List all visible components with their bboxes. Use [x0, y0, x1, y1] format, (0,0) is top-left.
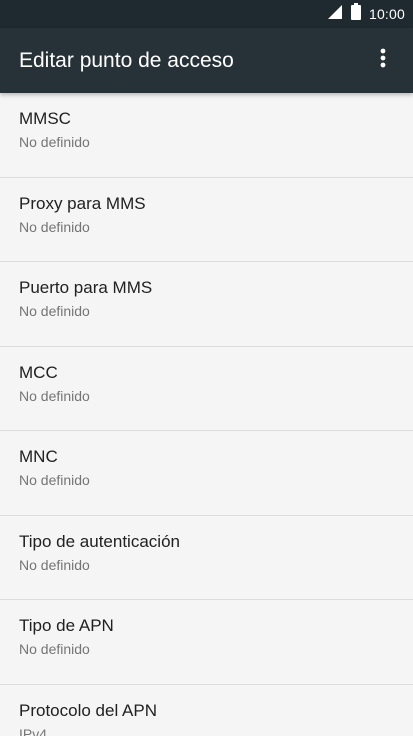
setting-summary: No definido — [19, 218, 90, 235]
setting-summary: No definido — [19, 134, 90, 150]
setting-mmsc[interactable]: MMSC No definido — [0, 93, 413, 178]
setting-title: MCC — [19, 362, 58, 382]
setting-title: Protocolo del APN — [19, 700, 157, 720]
cell-signal-icon — [327, 4, 343, 25]
setting-title: MNC — [19, 447, 58, 466]
setting-title: Proxy para MMS — [19, 193, 146, 213]
setting-auth-type[interactable]: Tipo de autenticación No definido — [0, 516, 413, 600]
setting-mnc[interactable]: MNC No definido — [0, 431, 413, 516]
status-time: 10:00 — [368, 6, 405, 22]
app-bar: Editar punto de acceso — [0, 28, 413, 93]
setting-title: Puerto para MMS — [19, 278, 153, 297]
setting-summary: No definido — [19, 303, 90, 319]
more-options-button[interactable] — [361, 38, 405, 82]
setting-summary: IPv4 — [19, 725, 48, 736]
setting-summary: No definido — [19, 641, 90, 657]
status-icons: 10:00 — [327, 0, 405, 28]
setting-apn-type[interactable]: Tipo de APN No definido — [0, 600, 413, 685]
settings-list: MMSC No definido Proxy para MMS No defin… — [0, 93, 413, 736]
setting-summary: No definido — [19, 387, 90, 404]
setting-title: MMSC — [19, 109, 71, 128]
status-bar: 10:00 — [0, 0, 413, 28]
battery-icon — [350, 3, 361, 25]
more-vert-icon — [380, 48, 386, 73]
setting-summary: No definido — [19, 556, 90, 573]
setting-mcc[interactable]: MCC No definido — [0, 347, 413, 431]
setting-title: Tipo de autenticación — [19, 531, 180, 551]
setting-title: Tipo de APN — [19, 616, 114, 635]
page-title: Editar punto de acceso — [19, 49, 234, 72]
setting-apn-protocol[interactable]: Protocolo del APN IPv4 — [0, 685, 413, 736]
setting-summary: No definido — [19, 472, 90, 488]
setting-mms-port[interactable]: Puerto para MMS No definido — [0, 262, 413, 347]
setting-mms-proxy[interactable]: Proxy para MMS No definido — [0, 178, 413, 262]
